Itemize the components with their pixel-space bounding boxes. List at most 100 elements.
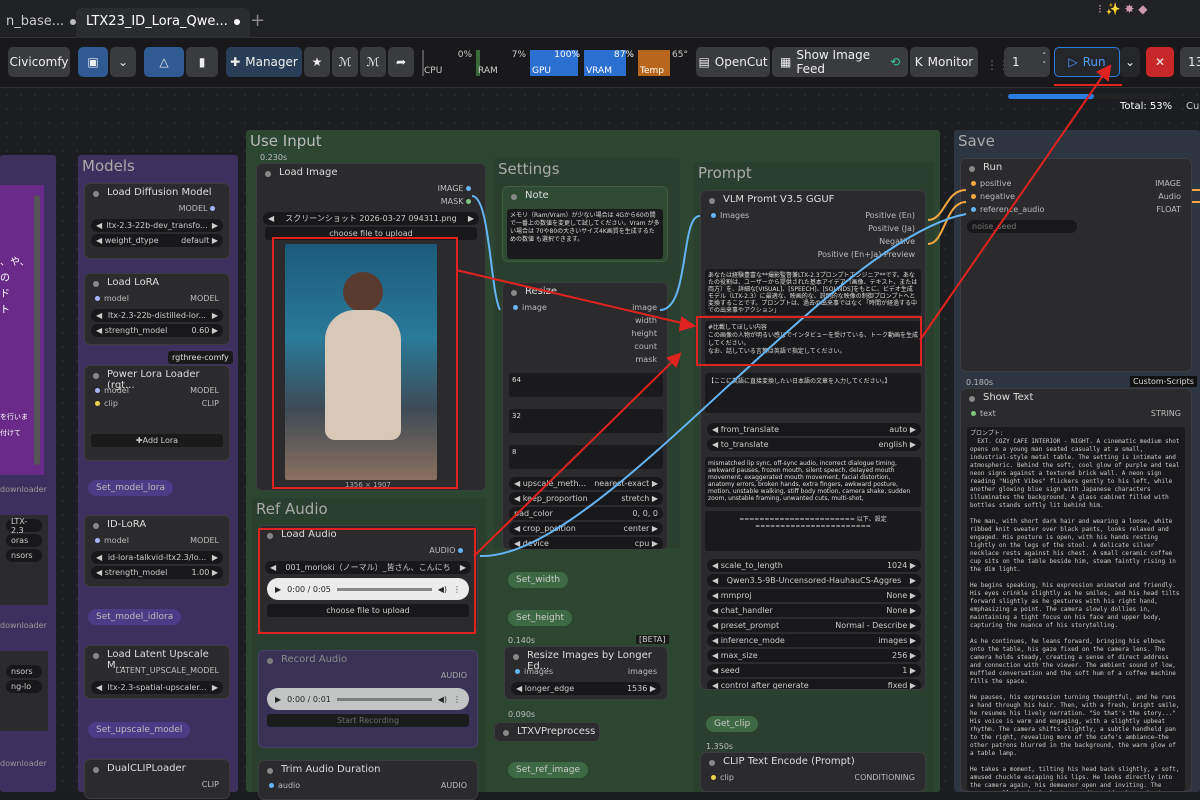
run-button[interactable]: ▷ Run <box>1054 47 1120 77</box>
set-model-idlora-node[interactable]: Set_model_idlora <box>88 609 182 625</box>
stepper-icon[interactable]: ˄ ˅ <box>1043 52 1047 70</box>
set-width-node[interactable]: Set_width <box>508 572 569 588</box>
clip-text-encode-node[interactable]: CLIP Text Encode (Prompt) clip CONDITIONI… <box>700 752 926 792</box>
to-translate-select[interactable]: ◀ to_translate english ▶ <box>707 438 921 451</box>
downloader-label-2: downloader <box>0 621 47 630</box>
latent-upscale-node[interactable]: Load Latent Upscale M... LATENT_UPSCALE_… <box>84 645 230 699</box>
vlm-param-widgets: ◀ scale_to_length 1024 ▶ ◀ Qwen3.5-9B-Unce… <box>701 557 925 689</box>
pad-color-input[interactable]: pad_color 0, 0, 0 <box>509 507 663 520</box>
record-audio-node[interactable]: Record Audio AUDIO ▶ 0:00 / 0:01 ◀) ⋮ Start… <box>258 650 478 748</box>
negative-prompt-box[interactable]: mismatched lip sync, off-sync audio, inc… <box>705 457 921 507</box>
resize-longer-edge-node[interactable]: Resize Images by Longer Ed... images imag… <box>504 646 668 700</box>
dual-clip-loader-node[interactable]: DualCLIPLoader CLIP <box>84 759 230 799</box>
height-value-box[interactable]: 32 <box>509 409 663 433</box>
share-icon[interactable]: ➦ <box>388 47 414 77</box>
screen-icon[interactable]: ▣ <box>78 47 108 77</box>
puzzle-icon: ✚ <box>230 55 241 69</box>
set-height-node[interactable]: Set_height <box>508 610 572 626</box>
width-value-box[interactable]: 64 <box>509 373 663 397</box>
upscale-method-select[interactable]: ◀ upscale_meth... nearest-exact ▶ <box>509 477 663 490</box>
power-lora-loader-node[interactable]: Power Lora Loader (rgt... model MODEL cli… <box>84 365 230 461</box>
set-upscale-model-node[interactable]: Set_upscale_model <box>88 722 191 738</box>
note-node[interactable]: Note メモリ（Ram/Vram）が少ない場合は 4Gから60の間で一番上の数… <box>502 186 668 262</box>
note-text[interactable]: メモリ（Ram/Vram）が少ない場合は 4Gから60の間で一番上の数値を変更し… <box>507 209 663 259</box>
keep-proportion-select[interactable]: ◀ keep_proportion stretch ▶ <box>509 492 663 505</box>
vlm-prompt-node[interactable]: VLM Promt V3.5 GGUF Images Positive (En) … <box>700 190 926 690</box>
settings-divider-box[interactable]: ======================= 以下、設定 ==========… <box>705 511 921 551</box>
inference-mode-select[interactable]: ◀ inference_mode images ▶ <box>707 634 921 647</box>
strength-model-input[interactable]: ◀ strength_model 0.60 ▶ <box>91 324 223 337</box>
manager-button[interactable]: ✚ Manager <box>226 47 302 77</box>
crop-position-select[interactable]: ◀ crop_position center ▶ <box>509 522 663 535</box>
id-lora-strength-input[interactable]: ◀ strength_model 1.00 ▶ <box>91 566 223 579</box>
load-lora-node[interactable]: Load LoRA model MODEL ◀ ltx-2.3-22b-distil… <box>84 273 230 345</box>
k-icon: K <box>914 55 923 69</box>
load-diffusion-model-node[interactable]: Load Diffusion Model MODEL ◀ ltx-2.3-22b-… <box>84 183 230 259</box>
longer-edge-input[interactable]: ◀ longer_edge 1536 ▶ <box>511 682 661 695</box>
downloader-label: downloader <box>0 485 47 494</box>
civicomfy-button[interactable]: Civicomfy <box>8 47 70 77</box>
diffusion-model-select[interactable]: ◀ ltx-2.3-22b-dev_transfo... ▶ <box>91 219 223 232</box>
monitor-button[interactable]: K Monitor <box>910 47 978 77</box>
tab-workflow-2[interactable]: LTX23_ID_Lora_Qwe... <box>76 8 250 38</box>
gpu-stat: 100% GPU <box>530 50 580 76</box>
queue-count-input[interactable]: 1 ˄ ˅ <box>1004 47 1050 77</box>
upscale-model-select[interactable]: ◀ ltx-2.3-spatial-upscaler... ▶ <box>91 681 223 694</box>
cpu-stat: 0% CPU <box>422 50 472 76</box>
clip-encode-timer: 1.350s <box>706 742 734 751</box>
noise-seed-input[interactable]: noise_seed <box>967 220 1077 233</box>
ltxv-timer: 0.090s <box>508 710 536 719</box>
trim-audio-node[interactable]: Trim Audio Duration audio AUDIO <box>258 760 478 800</box>
control-after-generate-select[interactable]: ◀ control after generate fixed ▶ <box>707 679 921 689</box>
new-tab-button[interactable]: + <box>240 4 275 34</box>
system-prompt-box[interactable]: あなたは経験豊富な**撮影監督兼LTX-2.3プロンプトエンジニア**です。あな… <box>705 269 921 315</box>
temp-stat: 65° Temp <box>638 50 688 76</box>
scrollbar[interactable] <box>34 195 40 465</box>
chat-handler-select[interactable]: ◀ chat_handler None ▶ <box>707 604 921 617</box>
set-model-lora-node[interactable]: Set_model_lora <box>88 480 174 496</box>
chevron-down-icon[interactable]: ⌄ <box>110 47 136 77</box>
lora-name-select[interactable]: ◀ ltx-2.3-22b-distilled-lor... ▶ <box>91 309 223 322</box>
opencut-button[interactable]: ▤ OpenCut <box>696 47 770 77</box>
resize-node[interactable]: Resize image image width height count mas… <box>502 282 668 550</box>
set-ref-image-node[interactable]: Set_ref_image <box>508 762 589 778</box>
record-audio-player[interactable]: ▶ 0:00 / 0:01 ◀) ⋮ <box>267 688 469 710</box>
custom-scripts-badge: Custom-Scripts <box>1130 376 1197 387</box>
ltxv-preprocess-node[interactable]: LTXVPreprocess <box>494 722 600 742</box>
logo-icon[interactable]: △ <box>144 47 184 77</box>
run-options-chevron-icon[interactable]: ⌄ <box>1120 47 1140 77</box>
star-icon[interactable]: ★ <box>304 47 330 77</box>
progress-fill <box>1008 94 1094 99</box>
mmproj-select[interactable]: ◀ mmproj None ▶ <box>707 589 921 602</box>
show-text-timer: 0.180s <box>966 378 994 387</box>
add-lora-button[interactable]: ✚ Add Lora <box>91 434 223 447</box>
close-icon[interactable]: ✕ <box>1146 47 1174 77</box>
tab-workflow-1[interactable]: n_base... <box>0 8 86 38</box>
settings-title: Settings <box>498 160 560 178</box>
id-lora-select[interactable]: ◀ id-lora-talkvid-ltx2.3/lo... ▶ <box>91 551 223 564</box>
show-text-output[interactable]: プロンプト: EXT. COZY CAFE INTERIOR - NIGHT. … <box>967 427 1185 791</box>
bookmark-icon[interactable]: ▮ <box>186 47 218 77</box>
from-translate-select[interactable]: ◀ from_translate auto ▶ <box>707 423 921 436</box>
weight-dtype-select[interactable]: ◀ weight_dtype default ▶ <box>91 234 223 247</box>
id-lora-node[interactable]: ID-LoRA model MODEL ◀ id-lora-talkvid-ltx2… <box>84 515 230 587</box>
show-text-node[interactable]: Show Text text STRING プロンプト: EXT. COZY CA… <box>960 388 1192 792</box>
device-select[interactable]: ◀ device cpu ▶ <box>509 537 663 549</box>
longer-edge-timer: 0.140s <box>508 636 536 645</box>
seed-input[interactable]: ◀ seed 1 ▶ <box>707 664 921 677</box>
model-icon[interactable]: ℳ <box>332 47 358 77</box>
divisible-value-box[interactable]: 8 <box>509 445 663 469</box>
model-select[interactable]: ◀ Qwen3.5-9B-Uncensored-HauhauCS-Aggres ▶ <box>707 574 921 587</box>
show-image-feed-button[interactable]: ▦ Show Image Feed ⟲ <box>772 47 908 77</box>
max-size-input[interactable]: ◀ max_size 256 ▶ <box>707 649 921 662</box>
run-node[interactable]: Run positive IMAGE negative Audio referenc… <box>960 158 1192 372</box>
image-file-select[interactable]: ◀ スクリーンショット 2026-03-27 094311.png ▶ <box>263 212 479 225</box>
scale-to-length-input[interactable]: ◀ scale_to_length 1024 ▶ <box>707 559 921 572</box>
preset-prompt-select[interactable]: ◀ preset_prompt Normal - Describe ▶ <box>707 619 921 632</box>
extension-icons[interactable]: ⁝ ✨ ✸ ◆ <box>1098 2 1147 16</box>
model-alt-icon[interactable]: ℳ <box>360 47 386 77</box>
get-clip-node[interactable]: Get_clip <box>706 716 759 732</box>
start-recording-button[interactable]: Start Recording <box>267 714 469 727</box>
japanese-input-box[interactable]: 【ここに英語に直接変換したい日本語の文章を入力してください。】 <box>705 373 921 413</box>
vram-stat: 87% VRAM <box>584 50 634 76</box>
